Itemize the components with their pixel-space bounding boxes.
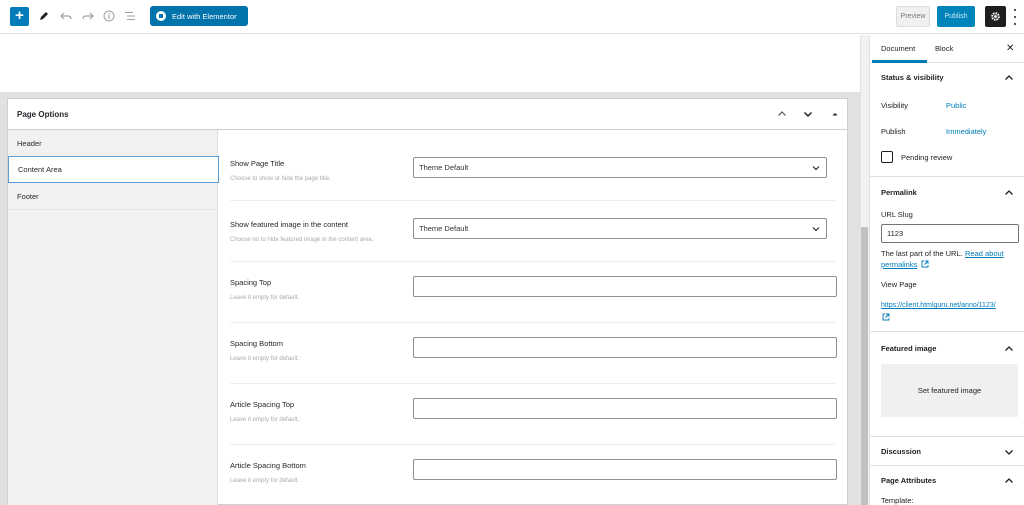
url-slug-label: URL Slug: [881, 210, 913, 219]
option-label: Spacing Bottom: [230, 339, 283, 348]
metabox-tabs: Header Content Area Footer: [8, 130, 219, 505]
sidebar-tabs: Document Block ✕: [870, 35, 1024, 63]
editor-toolbar: + Edit with Elementor Preview Publish: [0, 0, 1024, 34]
option-description: Choose to show or hide the page title.: [230, 176, 331, 182]
template-label: Template:: [881, 496, 914, 505]
chevron-down-icon: [812, 166, 820, 171]
collapse-toggle-icon[interactable]: [828, 107, 842, 121]
edit-with-elementor-button[interactable]: Edit with Elementor: [150, 6, 248, 26]
panel-title[interactable]: Page Attributes: [881, 476, 936, 485]
tab-document[interactable]: Document: [881, 44, 915, 53]
redo-icon[interactable]: [80, 8, 96, 24]
publish-button[interactable]: Publish: [937, 6, 975, 27]
option-description: Leave it empty for default.: [230, 295, 300, 301]
option-label: Article Spacing Bottom: [230, 461, 306, 470]
panel-title[interactable]: Featured image: [881, 344, 936, 353]
gear-icon: [991, 12, 1000, 21]
tab-block[interactable]: Block: [935, 44, 953, 53]
panel-title[interactable]: Status & visibility: [881, 73, 944, 82]
editor-scrollbar-thumb[interactable]: [861, 227, 868, 505]
panel-title[interactable]: Discussion: [881, 447, 921, 456]
move-down-icon[interactable]: [801, 107, 815, 121]
url-slug-value: 1123: [887, 229, 904, 238]
page-attributes-panel: Page Attributes Template:: [870, 466, 1024, 505]
spacing-top-input[interactable]: [413, 276, 837, 297]
metabox-title: Page Options: [17, 110, 69, 119]
settings-sidebar: Document Block ✕ Status & visibility Vis…: [869, 35, 1024, 505]
list-view-icon[interactable]: [122, 8, 138, 24]
read-about-link[interactable]: Read about: [965, 249, 1004, 258]
visibility-label: Visibility: [881, 101, 908, 110]
article-spacing-top-input[interactable]: [413, 398, 837, 419]
pending-review-label: Pending review: [901, 153, 953, 162]
option-label: Spacing Top: [230, 278, 272, 287]
close-icon[interactable]: ✕: [1006, 43, 1014, 54]
url-slug-input[interactable]: 1123: [881, 224, 1019, 243]
spacing-bottom-input[interactable]: [413, 337, 837, 358]
elementor-icon: [156, 11, 166, 21]
tab-content-area[interactable]: Content Area: [8, 156, 219, 183]
external-link-icon[interactable]: [921, 260, 929, 270]
permalink-help: The last part of the URL.: [881, 249, 963, 258]
external-link-icon[interactable]: [882, 313, 890, 323]
option-description: Leave it empty for default.: [230, 478, 300, 484]
option-spacing-bottom: Spacing Bottom Leave it empty for defaul…: [230, 323, 837, 384]
tab-header[interactable]: Header: [8, 130, 218, 157]
option-description: Leave it empty for default.: [230, 356, 300, 362]
metabox-header: Page Options: [8, 99, 847, 130]
publish-label: Publish: [881, 127, 906, 136]
status-visibility-panel: Status & visibility Visibility Public Pu…: [870, 63, 1024, 177]
article-spacing-bottom-input[interactable]: [413, 459, 837, 480]
chevron-down-icon[interactable]: [1004, 447, 1014, 457]
featured-image-panel: Featured image Set featured image: [870, 332, 1024, 437]
more-options-icon[interactable]: [1012, 9, 1018, 25]
option-article-spacing-top: Article Spacing Top Leave it empty for d…: [230, 384, 837, 445]
preview-button[interactable]: Preview: [896, 6, 930, 27]
panel-title[interactable]: Permalink: [881, 188, 917, 197]
option-label: Article Spacing Top: [230, 400, 295, 409]
option-label: Show Page Title: [230, 159, 285, 168]
info-icon[interactable]: [101, 8, 117, 24]
add-block-button[interactable]: +: [10, 7, 29, 26]
chevron-up-icon[interactable]: [1004, 188, 1014, 198]
option-article-spacing-bottom: Article Spacing Bottom Leave it empty fo…: [230, 445, 837, 505]
option-spacing-top: Spacing Top Leave it empty for default.: [230, 262, 837, 323]
option-label: Show featured image in the content: [230, 220, 348, 229]
option-show-featured-image: Show featured image in the content Choos…: [230, 201, 836, 262]
permalinks-link[interactable]: permalinks: [881, 260, 917, 269]
page-options-metabox: Page Options Header Content Area Footer …: [7, 98, 848, 505]
show-featured-image-select[interactable]: Theme Default: [413, 218, 827, 239]
chevron-up-icon[interactable]: [1004, 344, 1014, 354]
option-description: Choose no to hide featured image in the …: [230, 237, 374, 243]
edit-with-elementor-label: Edit with Elementor: [172, 11, 237, 21]
chevron-down-icon: [812, 227, 820, 232]
permalink-panel: Permalink URL Slug 1123 The last part of…: [870, 177, 1024, 332]
chevron-up-icon[interactable]: [1004, 476, 1014, 486]
tab-footer[interactable]: Footer: [8, 183, 218, 210]
select-value: Theme Default: [419, 163, 469, 172]
pending-review-checkbox[interactable]: [881, 151, 893, 163]
discussion-panel: Discussion: [870, 437, 1024, 466]
option-description: Leave it empty for default.: [230, 417, 300, 423]
select-value: Theme Default: [419, 224, 469, 233]
view-page-label: View Page: [881, 280, 917, 289]
option-show-page-title: Show Page Title Choose to show or hide t…: [230, 140, 836, 201]
visibility-toggle[interactable]: Public: [946, 101, 966, 110]
undo-icon[interactable]: [58, 8, 74, 24]
publish-date-toggle[interactable]: Immediately: [946, 127, 986, 136]
settings-button[interactable]: [985, 6, 1006, 27]
pencil-icon[interactable]: [36, 8, 52, 24]
set-featured-image-button[interactable]: Set featured image: [881, 364, 1018, 417]
move-up-icon[interactable]: [775, 107, 789, 121]
chevron-up-icon[interactable]: [1004, 73, 1014, 83]
view-page-link[interactable]: https://client.htmlguru.net/anno/1123/: [881, 302, 996, 309]
show-page-title-select[interactable]: Theme Default: [413, 157, 827, 178]
